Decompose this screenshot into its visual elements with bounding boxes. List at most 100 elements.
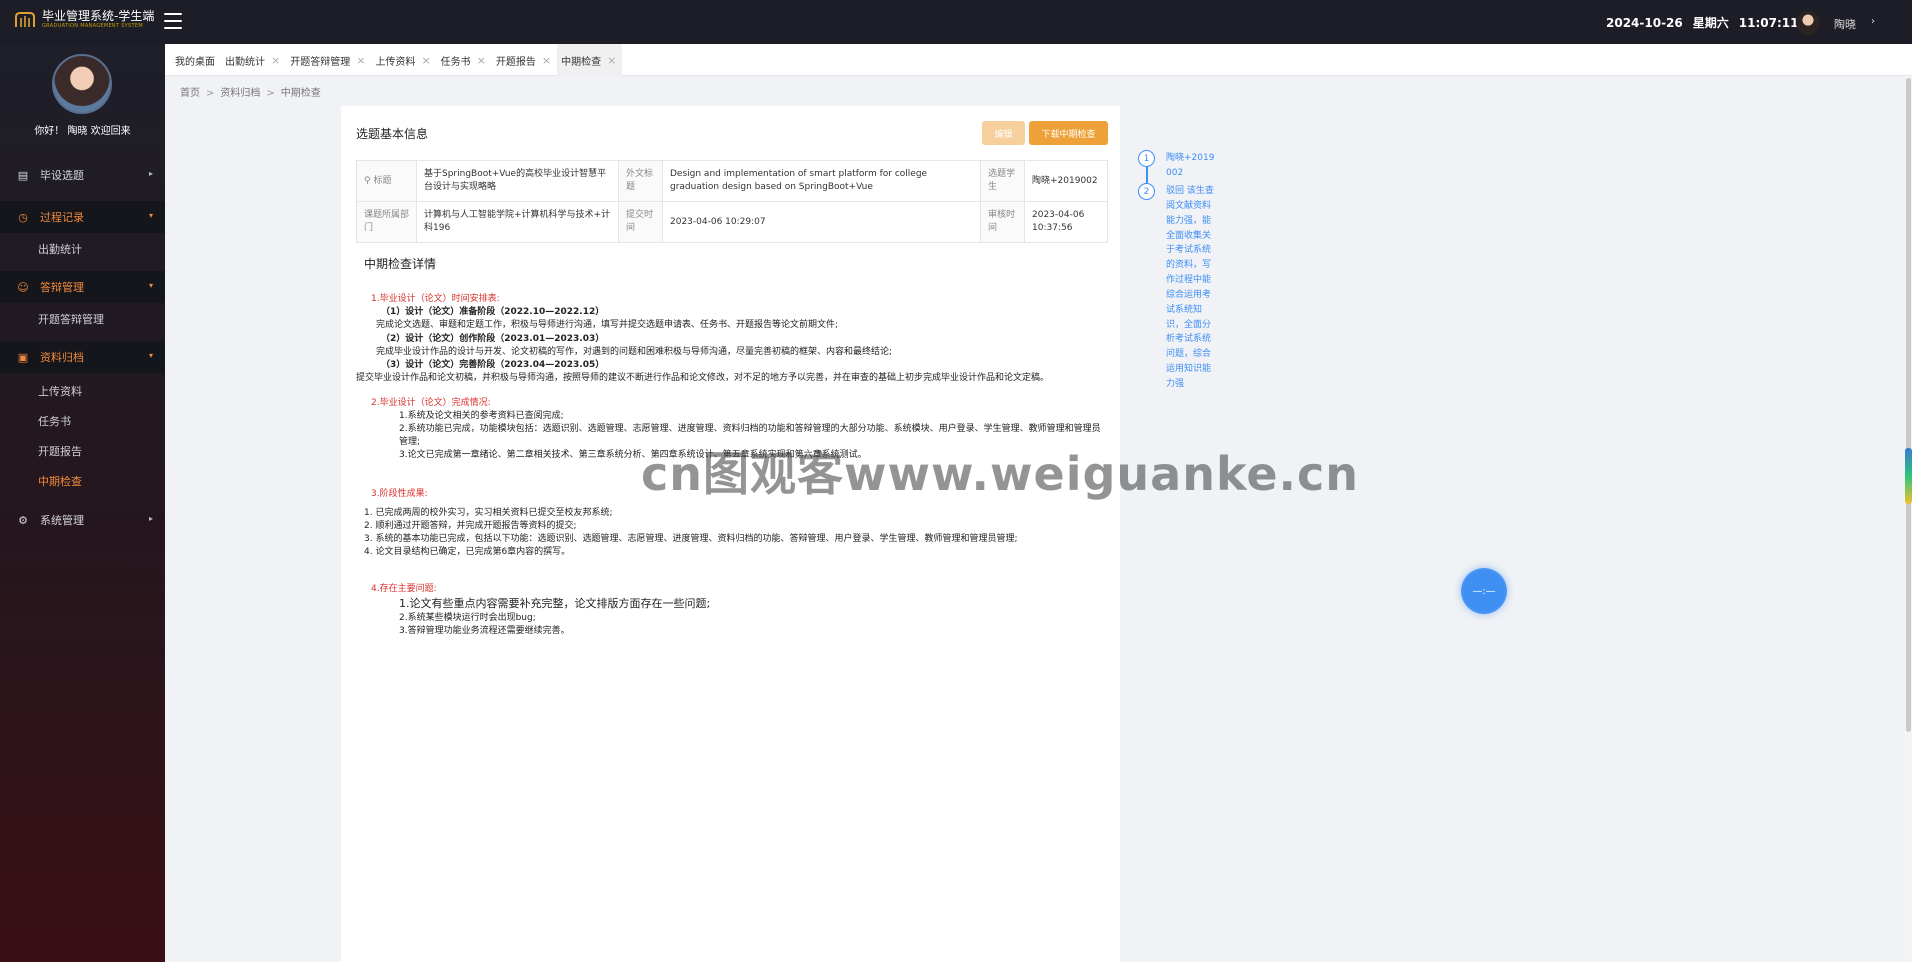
tab-label: 我的桌面 (175, 56, 215, 68)
gear-icon: ⚙ (18, 513, 28, 527)
sidebar: 你好！ 陶晓 欢迎回来 ▤ 毕设选题 ▸ ◷ 过程记录 ▾ 出勤统计 ☺ 答辩管… (0, 44, 165, 962)
logo-icon (15, 11, 35, 27)
section-problems-heading: 4.存在主要问题: (371, 584, 437, 595)
review-time-value: 2023-04-06 10:37:56 (1024, 201, 1108, 243)
sidebar-subitem-upload[interactable]: 上传资料 (0, 376, 165, 406)
student-label: 选题学生 (980, 160, 1025, 202)
tab-label: 中期检查 (561, 56, 602, 68)
sidebar-item-process-records[interactable]: ◷ 过程记录 ▾ (0, 201, 165, 233)
achievement-item: 3. 系统的基本功能已完成，包括以下功能：选题识别、选题管理、志愿管理、进度管理… (364, 534, 1018, 545)
info-table: ⚲ 标题 基于SpringBoot+Vue的高校毕业设计智慧平台设计与实现略略 … (356, 160, 1108, 243)
timeline-step-2-text: 驳回 该生查阅文献资料能力强，能全面收集关于考试系统的资料，写作过程中能综合运用… (1166, 186, 1214, 389)
sidebar-item-label: 答辩管理 (40, 281, 84, 294)
user-avatar[interactable] (1796, 11, 1820, 35)
app-title: 毕业管理系统-学生端 (42, 9, 155, 23)
sidebar-item-label: 过程记录 (40, 211, 84, 224)
breadcrumb-current: 中期检查 (280, 88, 321, 99)
timeline-step-2: 2 (1138, 183, 1155, 200)
sidebar-subitem-midterm-check[interactable]: 中期检查 (0, 466, 165, 496)
schedule-phase-2-text: 完成毕业设计作品的设计与开发、论文初稿的写作，对遇到的问题和困难积极与导师沟通，… (376, 346, 893, 357)
page-title: 选题基本信息 (356, 127, 429, 141)
chevron-right-icon: ▸ (148, 169, 153, 178)
weekday-text: 星期六 (1692, 16, 1729, 30)
close-icon[interactable]: × (271, 54, 280, 67)
sidebar-subitem-proposal-defense[interactable]: 开题答辩管理 (0, 304, 165, 334)
chevron-down-icon: ▾ (148, 351, 153, 360)
scrollbar-thumb[interactable] (1906, 78, 1911, 732)
tab-taskbook[interactable]: 任务书 × (437, 44, 492, 76)
sidebar-item-topic-selection[interactable]: ▤ 毕设选题 ▸ (0, 159, 165, 191)
submit-time-value: 2023-04-06 10:29:07 (662, 201, 981, 243)
sidebar-item-label: 毕设选题 (40, 169, 84, 182)
breadcrumb-separator: > (206, 88, 215, 99)
sidebar-item-system-management[interactable]: ⚙ 系统管理 ▸ (0, 504, 165, 536)
edit-button[interactable]: 编辑 (982, 121, 1025, 145)
date-text: 2024-10-26 (1606, 16, 1683, 30)
breadcrumb-archive[interactable]: 资料归档 (220, 88, 260, 99)
main-card: 选题基本信息 编辑 下载中期检查 ⚲ 标题 基于SpringBoot+Vue的高… (341, 106, 1120, 962)
sidebar-avatar (52, 54, 112, 114)
review-time-label: 审核时间 (980, 201, 1025, 243)
datetime: 2024-10-26 星期六 11:07:11 (1606, 14, 1808, 31)
timeline-step-1-text: 陶晓+2019002 (1166, 153, 1215, 178)
tab-attendance[interactable]: 出勤统计 × (221, 44, 286, 76)
title-value: 基于SpringBoot+Vue的高校毕业设计智慧平台设计与实现略略 (416, 160, 619, 202)
menu-toggle-icon[interactable] (164, 13, 182, 29)
floating-assist-button[interactable]: —:— (1461, 568, 1507, 614)
sidebar-item-archive[interactable]: ▣ 资料归档 ▾ (0, 341, 165, 373)
brand: 毕业管理系统-学生端 GRADUATION MANAGEMENT SYSTEM (14, 10, 154, 29)
breadcrumb: 首页 > 资料归档 > 中期检查 (180, 84, 321, 99)
tab-label: 开题答辩管理 (290, 56, 351, 68)
time-text: 11:07:11 (1738, 16, 1799, 30)
tab-label: 任务书 (440, 56, 471, 68)
sidebar-greeting: 你好！ 陶晓 欢迎回来 (34, 126, 131, 137)
chevron-down-icon: ▾ (148, 281, 153, 290)
user-menu-caret-icon[interactable]: › (1871, 16, 1875, 27)
tab-label: 上传资料 (375, 56, 416, 68)
clock-icon: ◷ (18, 210, 28, 224)
breadcrumb-home[interactable]: 首页 (180, 88, 200, 99)
timeline-step-1: 1 (1138, 150, 1155, 167)
sidebar-item-defense-management[interactable]: ☺ 答辩管理 ▾ (0, 271, 165, 303)
file-icon: ▣ (17, 350, 29, 364)
problem-item: 2.系统某些模块运行时会出现bug; (399, 613, 536, 624)
tab-label: 开题报告 (495, 56, 536, 68)
side-widget-handle[interactable] (1905, 448, 1912, 504)
close-icon[interactable]: × (477, 54, 486, 67)
close-icon[interactable]: × (542, 54, 551, 67)
tab-upload[interactable]: 上传资料 × (371, 44, 436, 76)
close-icon[interactable]: × (607, 54, 616, 67)
student-value: 陶晓+2019002 (1024, 160, 1108, 202)
close-icon[interactable]: × (356, 54, 365, 67)
foreign-title-value: Design and implementation of smart platf… (662, 160, 981, 202)
table-row: ⚲ 标题 基于SpringBoot+Vue的高校毕业设计智慧平台设计与实现略略 … (356, 160, 1108, 202)
problem-item: 3.答辩管理功能业务流程还需要继续完善。 (399, 626, 570, 637)
achievement-item: 1. 已完成两周的校外实习，实习相关资料已提交至校友邦系统; (364, 508, 613, 518)
schedule-phase-1-text: 完成论文选题、审题和定题工作，积极与导师进行沟通，填写并提交选题申请表、任务书、… (376, 320, 839, 331)
detail-title: 中期检查详情 (364, 257, 437, 271)
chevron-down-icon: ▾ (148, 211, 153, 220)
schedule-phase-1-heading: （1）设计（论文）准备阶段（2022.10—2022.12） (381, 307, 605, 318)
title-label-cell: ⚲ 标题 (356, 160, 417, 202)
tab-bar: 我的桌面 出勤统计 × 开题答辩管理 × 上传资料 × 任务书 × 开题报告 × 中期检查… (165, 44, 1912, 76)
document-icon: ▤ (17, 168, 29, 182)
tab-desktop[interactable]: 我的桌面 (171, 44, 221, 76)
user-name[interactable]: 陶晓 (1834, 16, 1856, 32)
pin-icon: ⚲ (364, 175, 371, 186)
table-row: 课题所属部门 计算机与人工智能学院+计算机科学与技术+计科196 提交时间 20… (356, 201, 1108, 243)
dept-value: 计算机与人工智能学院+计算机科学与技术+计科196 (416, 201, 619, 243)
close-icon[interactable]: × (421, 54, 430, 67)
tab-proposal-defense[interactable]: 开题答辩管理 × (286, 44, 371, 76)
sidebar-subitem-attendance[interactable]: 出勤统计 (0, 234, 165, 264)
submit-time-label: 提交时间 (618, 201, 663, 243)
tab-proposal-report[interactable]: 开题报告 × (492, 44, 557, 76)
problem-item: 1.论文有些重点内容需要补充完整，论文排版方面存在一些问题; (399, 597, 711, 611)
watermark: cn图观客www.weiguanke.cn (641, 447, 1360, 501)
download-midterm-button[interactable]: 下载中期检查 (1029, 121, 1108, 145)
sidebar-subitem-taskbook[interactable]: 任务书 (0, 406, 165, 436)
tab-midterm-check[interactable]: 中期检查 × (557, 44, 623, 76)
title-label: 标题 (373, 175, 392, 186)
foreign-title-label: 外文标题 (618, 160, 663, 202)
sidebar-subitem-proposal-report[interactable]: 开题报告 (0, 436, 165, 466)
achievement-item: 4. 论文目录结构已确定，已完成第6章内容的撰写。 (364, 547, 571, 558)
